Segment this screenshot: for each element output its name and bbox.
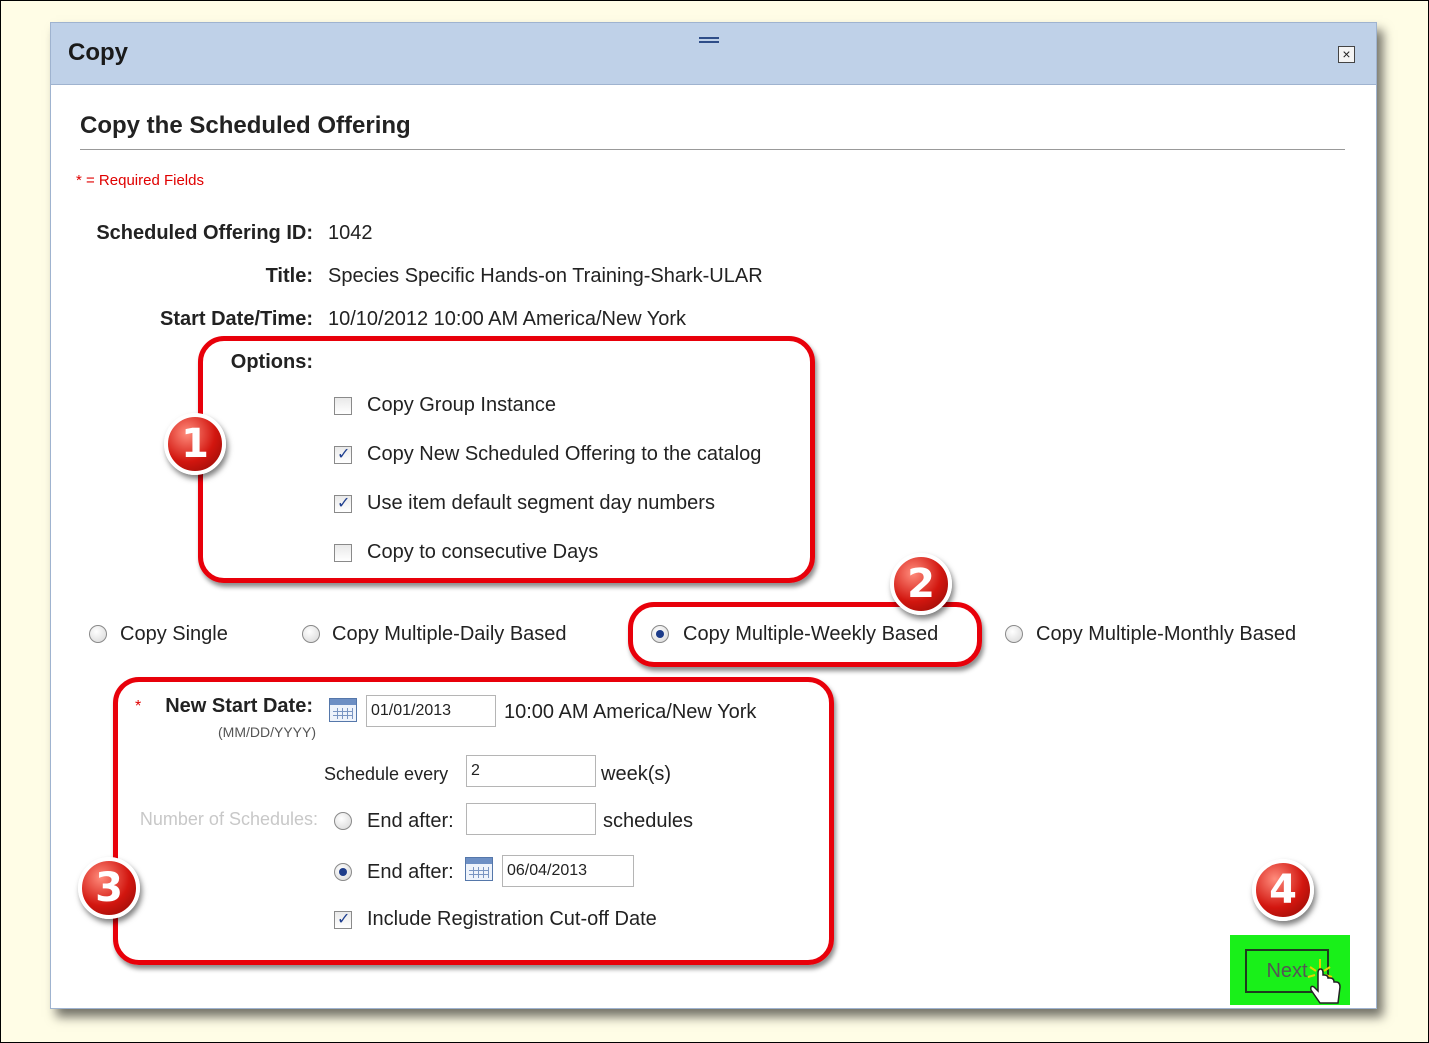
offering-id-label: Scheduled Offering ID:	[96, 222, 313, 244]
step-badge-1: 1	[164, 413, 226, 475]
copy-monthly-radio[interactable]	[1005, 625, 1023, 643]
hand-cursor-icon	[1307, 959, 1341, 1004]
offering-id-value: 1042	[328, 222, 373, 244]
start-datetime-value: 10/10/2012 10:00 AM America/New York	[328, 308, 687, 330]
drag-handle-icon[interactable]	[699, 37, 719, 43]
form-heading: Copy the Scheduled Offering	[80, 112, 411, 139]
close-button[interactable]: ×	[1338, 46, 1355, 63]
dialog-titlebar[interactable]: Copy ×	[51, 23, 1376, 85]
step-badge-4: 4	[1252, 859, 1314, 921]
title-label: Title:	[265, 265, 313, 287]
required-fields-note: * = Required Fields	[76, 172, 204, 189]
copy-daily-label: Copy Multiple-Daily Based	[332, 623, 567, 645]
title-value: Species Specific Hands-on Training-Shark…	[328, 265, 763, 287]
heading-divider	[80, 149, 1345, 150]
copy-monthly-label: Copy Multiple-Monthly Based	[1036, 623, 1297, 645]
dialog-title: Copy	[68, 39, 128, 66]
step-badge-3: 3	[78, 857, 140, 919]
copy-daily-radio[interactable]	[302, 625, 320, 643]
callout-options	[198, 336, 815, 583]
step-badge-2: 2	[890, 553, 952, 615]
start-datetime-label: Start Date/Time:	[159, 308, 313, 330]
copy-single-radio[interactable]	[89, 625, 107, 643]
copy-single-label: Copy Single	[120, 623, 228, 645]
callout-schedule	[113, 677, 834, 965]
